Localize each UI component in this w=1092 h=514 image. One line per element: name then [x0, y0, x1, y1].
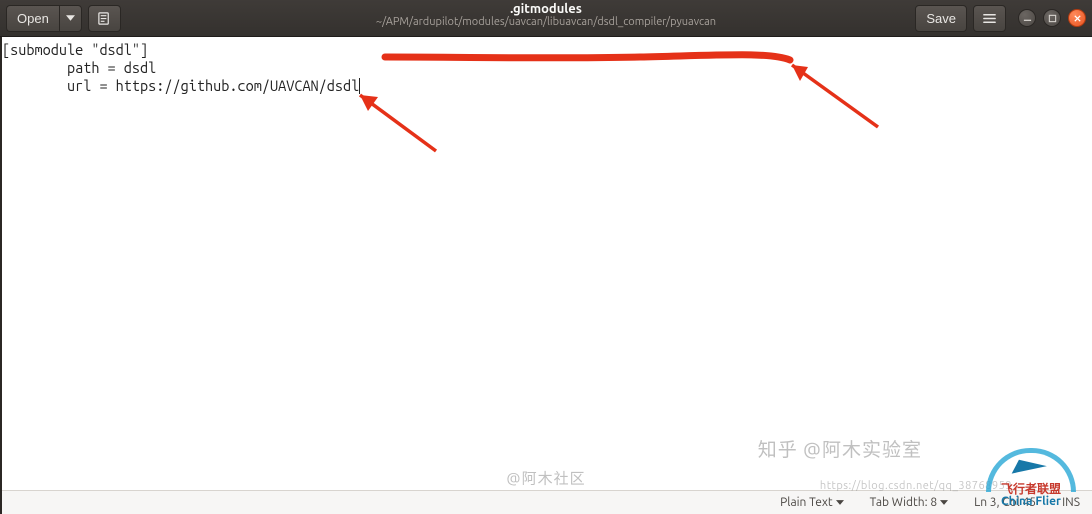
- launcher-edge: [0, 37, 2, 514]
- statusbar: Plain Text Tab Width: 8 Ln 3, Col 45 INS: [0, 490, 1092, 514]
- chevron-down-icon: [66, 15, 75, 21]
- close-button[interactable]: [1068, 9, 1086, 27]
- insert-label: INS: [1062, 496, 1080, 509]
- open-button[interactable]: Open: [6, 5, 59, 32]
- chevron-down-icon: [940, 500, 948, 505]
- open-dropdown[interactable]: [59, 5, 82, 32]
- new-document-button[interactable]: [88, 5, 121, 32]
- maximize-button[interactable]: [1043, 9, 1061, 27]
- text-caret: [359, 78, 360, 94]
- text-editor[interactable]: [submodule "dsdl"] path = dsdl url = htt…: [0, 37, 1092, 490]
- window-title: .gitmodules: [510, 2, 582, 16]
- open-label: Open: [17, 11, 49, 26]
- cursor-position: Ln 3, Col 45: [974, 496, 1036, 509]
- minimize-button[interactable]: [1018, 9, 1036, 27]
- hamburger-menu-button[interactable]: [973, 5, 1006, 32]
- save-label: Save: [926, 11, 956, 26]
- insert-mode[interactable]: INS: [1062, 496, 1080, 509]
- hamburger-icon: [982, 11, 997, 26]
- window-subtitle: ~/APM/ardupilot/modules/uavcan/libuavcan…: [376, 16, 716, 28]
- syntax-selector[interactable]: Plain Text: [780, 496, 844, 509]
- position-label: Ln 3, Col 45: [974, 496, 1036, 509]
- chevron-down-icon: [836, 500, 844, 505]
- window-controls: [1018, 9, 1086, 27]
- tabwidth-label: Tab Width: 8: [870, 496, 937, 509]
- new-tab-icon: [97, 11, 112, 26]
- headerbar: Open .gitmodules ~/APM/ardupilot/modules…: [0, 0, 1092, 37]
- save-button[interactable]: Save: [915, 5, 967, 32]
- syntax-label: Plain Text: [780, 496, 833, 509]
- tabwidth-selector[interactable]: Tab Width: 8: [870, 496, 948, 509]
